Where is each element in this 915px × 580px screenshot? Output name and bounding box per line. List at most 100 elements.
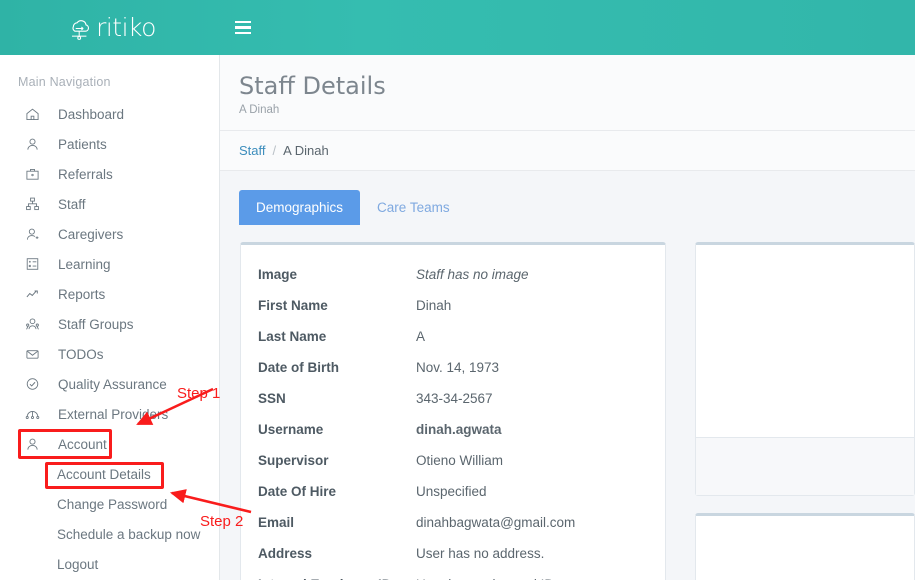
detail-label: Supervisor	[258, 453, 329, 469]
user-group-icon	[24, 315, 46, 333]
detail-value: dinahbagwata@gmail.com	[416, 515, 576, 531]
sidebar-submenu-list: Account Details Change Password Schedule a…	[0, 459, 219, 579]
sidebar-subitem-label: Account Details	[57, 466, 151, 482]
breadcrumb-current: A Dinah	[283, 143, 329, 159]
network-icon	[24, 405, 46, 423]
breadcrumb-separator: /	[272, 143, 277, 159]
sidebar-item-label: Reports	[58, 286, 106, 302]
detail-row: Username dinah.agwata	[241, 414, 665, 445]
sidebar-item-patients[interactable]: Patients	[0, 129, 219, 159]
tab-demographics[interactable]: Demographics	[239, 190, 361, 226]
detail-value: Nov. 14, 1973	[416, 360, 500, 376]
detail-label: Date of Birth	[258, 360, 339, 376]
user-icon	[24, 135, 46, 153]
sidebar-item-label: Referrals	[58, 166, 113, 182]
sidebar-subitem-schedule-a-backup-now[interactable]: Schedule a backup now	[0, 519, 219, 549]
sidebar-item-external-providers[interactable]: External Providers	[0, 399, 219, 429]
detail-row: Image Staff has no image	[241, 259, 665, 290]
detail-label: Internal Employee ID	[241, 569, 416, 580]
tab-bar: Demographics Care Teams	[220, 171, 915, 226]
detail-value: dinah.agwata	[416, 422, 502, 438]
sidebar-item-label: Patients	[58, 136, 107, 152]
detail-label: Date Of Hire	[258, 484, 337, 500]
detail-row: Supervisor Otieno William	[241, 445, 665, 476]
detail-row: Date Of Hire Unspecified	[241, 476, 665, 507]
home-icon	[24, 105, 46, 123]
line-chart-icon	[24, 285, 46, 303]
detail-value: User has no address.	[416, 546, 545, 562]
sidebar-item-referrals[interactable]: Referrals	[0, 159, 219, 189]
sidebar-item-label: TODOs	[58, 346, 104, 362]
detail-row: Last Name A	[241, 321, 665, 352]
sidebar-item-label: Staff Groups	[58, 316, 134, 332]
sidebar-subitem-account-details[interactable]: Account Details	[0, 459, 219, 489]
inbox-icon	[24, 345, 46, 363]
sidebar-item-label: Caregivers	[58, 226, 124, 242]
sidebar-subitem-label: Schedule a backup now	[57, 526, 201, 542]
side-card-top	[695, 242, 915, 497]
detail-row: Email dinahbagwata@gmail.com	[241, 507, 665, 538]
sidebar-item-caregivers[interactable]: Caregivers	[0, 219, 219, 249]
sidebar-item-label: Account	[58, 436, 107, 452]
sidebar-item-label: External Providers	[58, 406, 169, 422]
detail-label: Address	[258, 546, 313, 562]
detail-value: Staff has no image	[416, 267, 529, 283]
briefcase-icon	[24, 165, 46, 183]
sidebar-item-dashboard[interactable]: Dashboard	[0, 99, 219, 129]
top-header-bar: ritiko	[0, 0, 915, 55]
sidebar-subitem-logout[interactable]: Logout	[0, 549, 219, 579]
sidebar-item-quality-assurance[interactable]: Quality Assurance	[0, 369, 219, 399]
page-header: Staff Details A Dinah	[220, 55, 915, 132]
sidebar-item-reports[interactable]: Reports	[0, 279, 219, 309]
page-title: Staff Details	[239, 72, 386, 100]
app-root: ritiko Main Navigation Dashboard Patients…	[0, 0, 915, 580]
sidebar-item-label: Learning	[58, 256, 111, 272]
sidebar: Main Navigation Dashboard Patients Referra…	[0, 55, 220, 580]
detail-label: Username	[258, 422, 324, 438]
sidebar-subitem-label: Change Password	[57, 496, 168, 512]
staff-details-table: Image Staff has no image First Name Dinah La…	[241, 259, 665, 580]
sidebar-subitem-label: Logout	[57, 556, 99, 572]
detail-label: First Name	[258, 298, 328, 314]
detail-row: Date of Birth Nov. 14, 1973	[241, 352, 665, 383]
detail-label: Image	[258, 267, 298, 283]
detail-value: User has no internal ID.	[416, 569, 665, 580]
detail-value: Unspecified	[416, 484, 487, 500]
detail-row: Internal Employee IDUser has no internal…	[241, 569, 665, 580]
side-card-bottom	[695, 513, 915, 580]
sidebar-item-staff-groups[interactable]: Staff Groups	[0, 309, 219, 339]
detail-label: Email	[258, 515, 295, 531]
sidebar-item-label: Quality Assurance	[58, 376, 167, 392]
cards-row: Image Staff has no image First Name Dinah La…	[220, 225, 915, 580]
user-plus-icon	[24, 225, 46, 243]
sidebar-item-todos[interactable]: TODOs	[0, 339, 219, 369]
checklist-icon	[24, 255, 46, 273]
sidebar-heading: Main Navigation	[18, 75, 111, 89]
detail-row: Address User has no address.	[241, 538, 665, 569]
sidebar-subitem-change-password[interactable]: Change Password	[0, 489, 219, 519]
page-subtitle: A Dinah	[239, 104, 280, 117]
sidebar-item-label: Dashboard	[58, 106, 125, 122]
sidebar-item-learning[interactable]: Learning	[0, 249, 219, 279]
detail-row: SSN 343-34-2567	[241, 383, 665, 414]
account-user-icon	[24, 435, 46, 453]
demographics-card: Image Staff has no image First Name Dinah La…	[240, 242, 666, 580]
side-column	[695, 242, 915, 580]
sitemap-icon	[24, 195, 46, 213]
brand-logo[interactable]: ritiko	[0, 0, 220, 55]
brand-name: ritiko	[96, 13, 156, 42]
detail-value: A	[416, 329, 426, 345]
tab-care-teams[interactable]: Care Teams	[360, 190, 467, 225]
sidebar-item-account[interactable]: Account	[0, 429, 219, 459]
detail-label: Last Name	[258, 329, 327, 345]
cloud-network-icon	[64, 13, 94, 43]
side-card-body	[696, 245, 914, 437]
breadcrumb: Staff / A Dinah	[220, 131, 915, 172]
sidebar-nav-list: Dashboard Patients Referrals Staff Caregiver…	[0, 99, 219, 459]
check-circle-icon	[24, 375, 46, 393]
hamburger-icon[interactable]	[220, 0, 266, 55]
breadcrumb-link-staff[interactable]: Staff	[239, 143, 266, 158]
detail-label: SSN	[258, 391, 286, 407]
sidebar-item-staff[interactable]: Staff	[0, 189, 219, 219]
sidebar-item-label: Staff	[58, 196, 86, 212]
